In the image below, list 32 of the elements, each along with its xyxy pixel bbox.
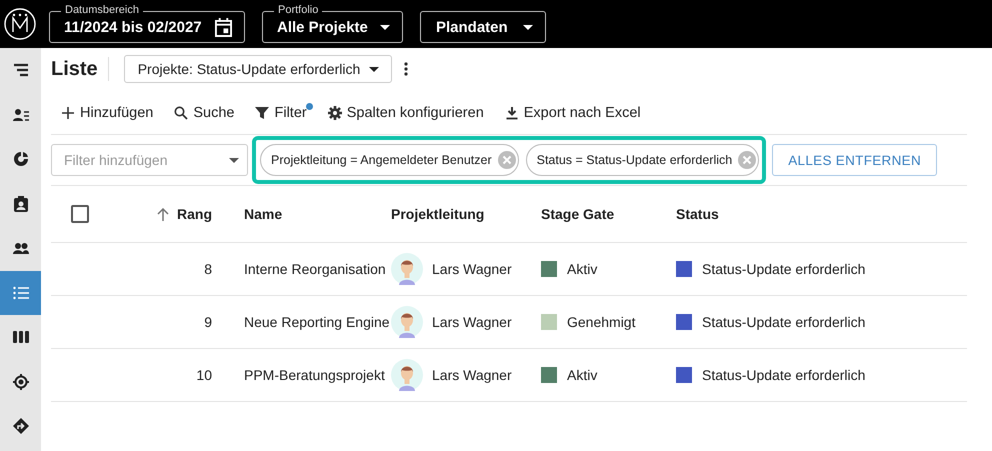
column-header[interactable]: Name (244, 206, 282, 222)
table-cell: Lars Wagner (432, 314, 512, 330)
filter-select-field[interactable]: Filter hinzufügen (51, 144, 248, 176)
table-cell: Aktiv (567, 261, 598, 277)
table-cell: Aktiv (567, 367, 598, 383)
filter-chip[interactable]: Status = Status-Update erforderlich (526, 144, 760, 176)
column-header[interactable]: Status (676, 206, 719, 222)
clear-all-button[interactable]: ALLES ENTFERNEN (772, 144, 938, 176)
table-cell: Status-Update erforderlich (702, 367, 866, 383)
table-cell: 9 (204, 314, 212, 330)
table-cell: 8 (204, 261, 212, 277)
toolbar-button[interactable]: Hinzufügen (55, 101, 160, 125)
toolbar-button[interactable]: Filter (249, 101, 313, 125)
table-cell: Lars Wagner (432, 261, 512, 277)
toolbar-button[interactable]: Suche (168, 101, 240, 125)
column-header[interactable]: Rang (177, 206, 212, 222)
column-header[interactable]: Projektleitung (391, 206, 484, 222)
table-cell: Genehmigt (567, 314, 636, 330)
table-cell: 10 (196, 367, 212, 383)
column-header[interactable]: Stage Gate (541, 206, 614, 222)
table-cell: Status-Update erforderlich (702, 314, 866, 330)
view-dropdown[interactable]: Projekte: Status-Update erforderlich (124, 55, 392, 83)
table-cell: Status-Update erforderlich (702, 261, 866, 277)
select-field[interactable]: Plandaten (420, 11, 546, 43)
filter-chip[interactable]: Projektleitung = Angemeldeter Benutzer (260, 144, 519, 176)
page-title: Liste (51, 58, 98, 80)
table-cell: Neue Reporting Engine (244, 314, 390, 330)
table-cell: Lars Wagner (432, 367, 512, 383)
toolbar-button[interactable]: Export nach Excel (498, 101, 647, 125)
table-cell: Interne Reorganisation (244, 261, 386, 277)
toolbar-button[interactable]: Spalten konfigurieren (322, 101, 490, 125)
table-cell: PPM-Beratungsprojekt (244, 367, 385, 383)
